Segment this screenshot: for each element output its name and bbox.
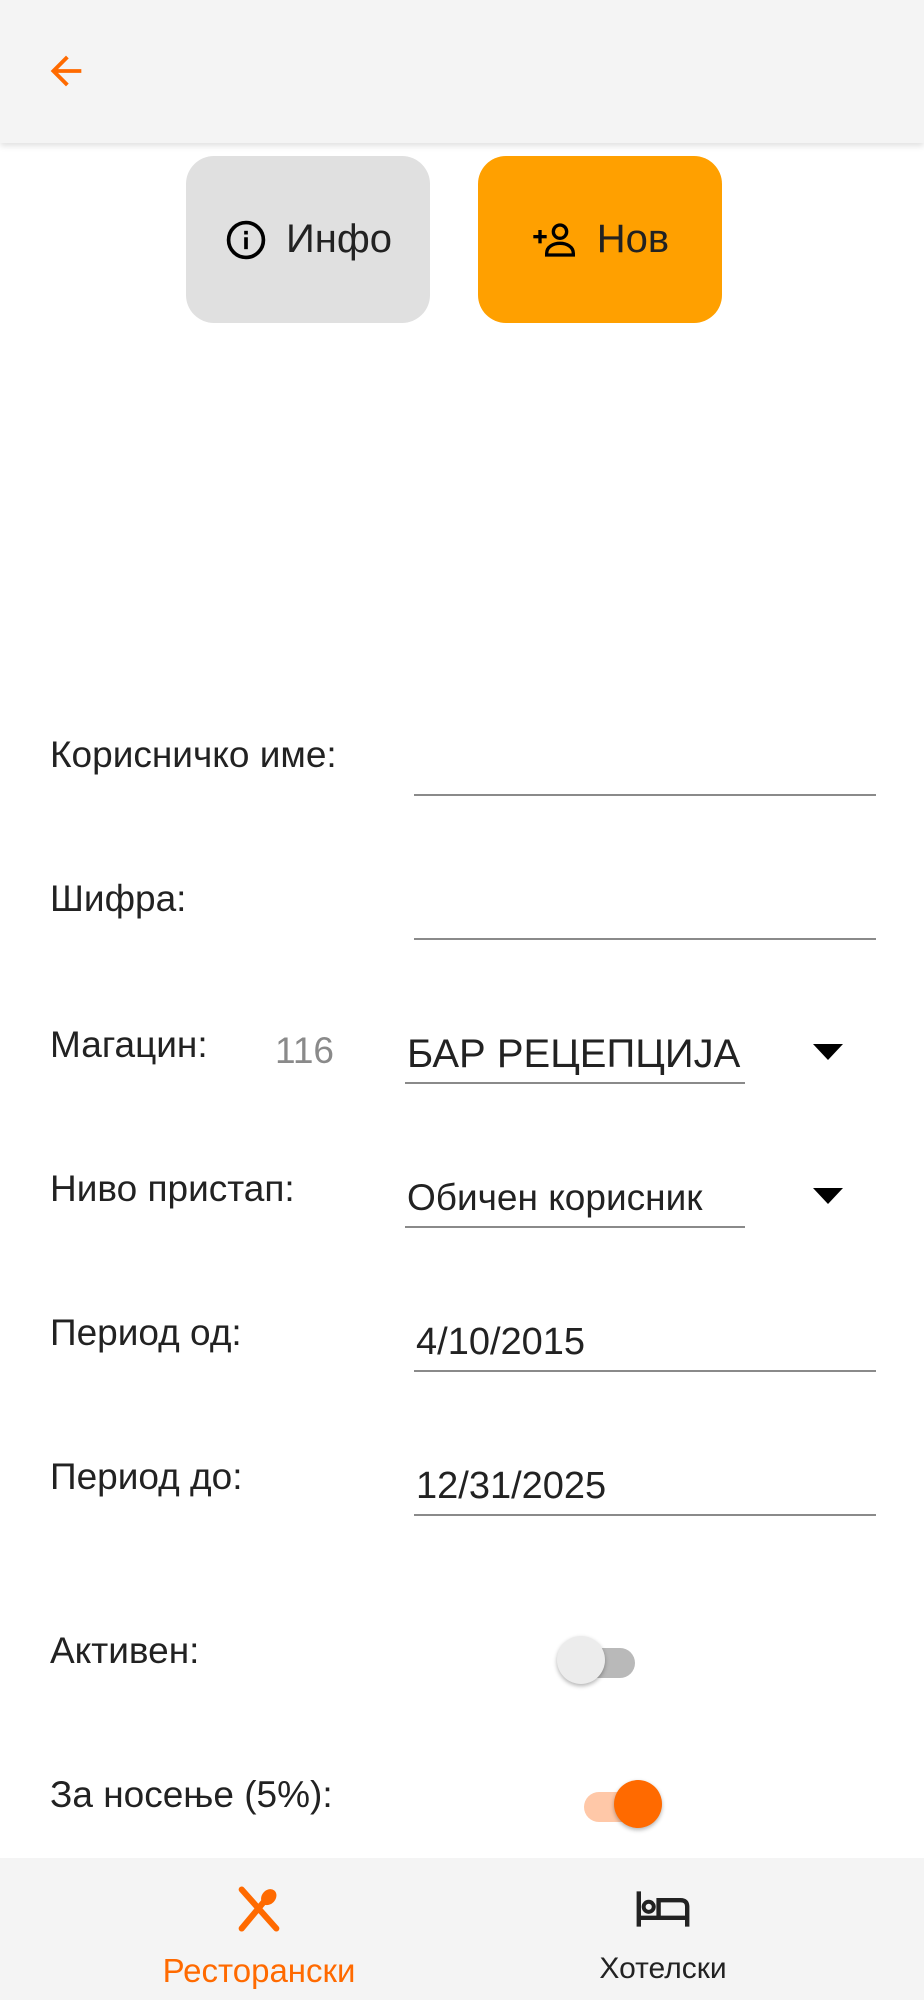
arrow-left-icon: [50, 55, 82, 87]
nav-item-restaurant[interactable]: Ресторански: [28, 1858, 490, 2000]
warehouse-dropdown-arrow-icon[interactable]: [813, 1044, 843, 1060]
bottom-navigation: Ресторански Хотелски: [0, 1858, 924, 2000]
period-from-label: Период од:: [50, 1312, 242, 1353]
access-level-label: Ниво пристап:: [50, 1168, 295, 1209]
password-field[interactable]: [414, 880, 876, 940]
new-user-tab-label: Нов: [596, 217, 670, 261]
warehouse-code: 116: [275, 1030, 334, 1071]
period-to-label: Период до:: [50, 1456, 243, 1497]
takeaway-toggle[interactable]: [576, 1775, 662, 1831]
active-label: Активен:: [50, 1630, 200, 1671]
nav-item-hotel-label: Хотелски: [599, 1952, 727, 1985]
period-to-field[interactable]: 12/31/2025: [414, 1456, 876, 1516]
info-tab-label: Инфо: [286, 217, 392, 261]
nav-item-hotel[interactable]: Хотелски: [432, 1858, 894, 2000]
back-button[interactable]: [30, 35, 102, 107]
period-from-field[interactable]: 4/10/2015: [414, 1312, 876, 1372]
takeaway-toggle-thumb: [614, 1780, 662, 1828]
app-bar: [0, 0, 924, 143]
access-level-select[interactable]: Обичен корисник: [405, 1168, 745, 1228]
new-user-tab-button[interactable]: Нов: [478, 156, 722, 323]
person-add-icon: [531, 220, 579, 260]
info-tab-button[interactable]: Инфо: [186, 156, 430, 323]
utensils-icon: [233, 1880, 285, 1938]
bed-icon: [634, 1880, 692, 1938]
nav-item-restaurant-label: Ресторански: [162, 1952, 356, 1989]
username-field[interactable]: [414, 736, 876, 796]
active-toggle-thumb: [557, 1636, 605, 1684]
access-level-dropdown-arrow-icon[interactable]: [813, 1188, 843, 1204]
warehouse-select[interactable]: БАР РЕЦЕПЦИЈА: [405, 1024, 745, 1084]
active-toggle[interactable]: [557, 1631, 641, 1687]
warehouse-label: Магацин:: [50, 1024, 208, 1065]
info-icon: [224, 218, 268, 262]
username-label: Корисничко име:: [50, 734, 337, 775]
password-label: Шифра:: [50, 878, 187, 919]
takeaway-label: За носење (5%):: [50, 1774, 333, 1815]
